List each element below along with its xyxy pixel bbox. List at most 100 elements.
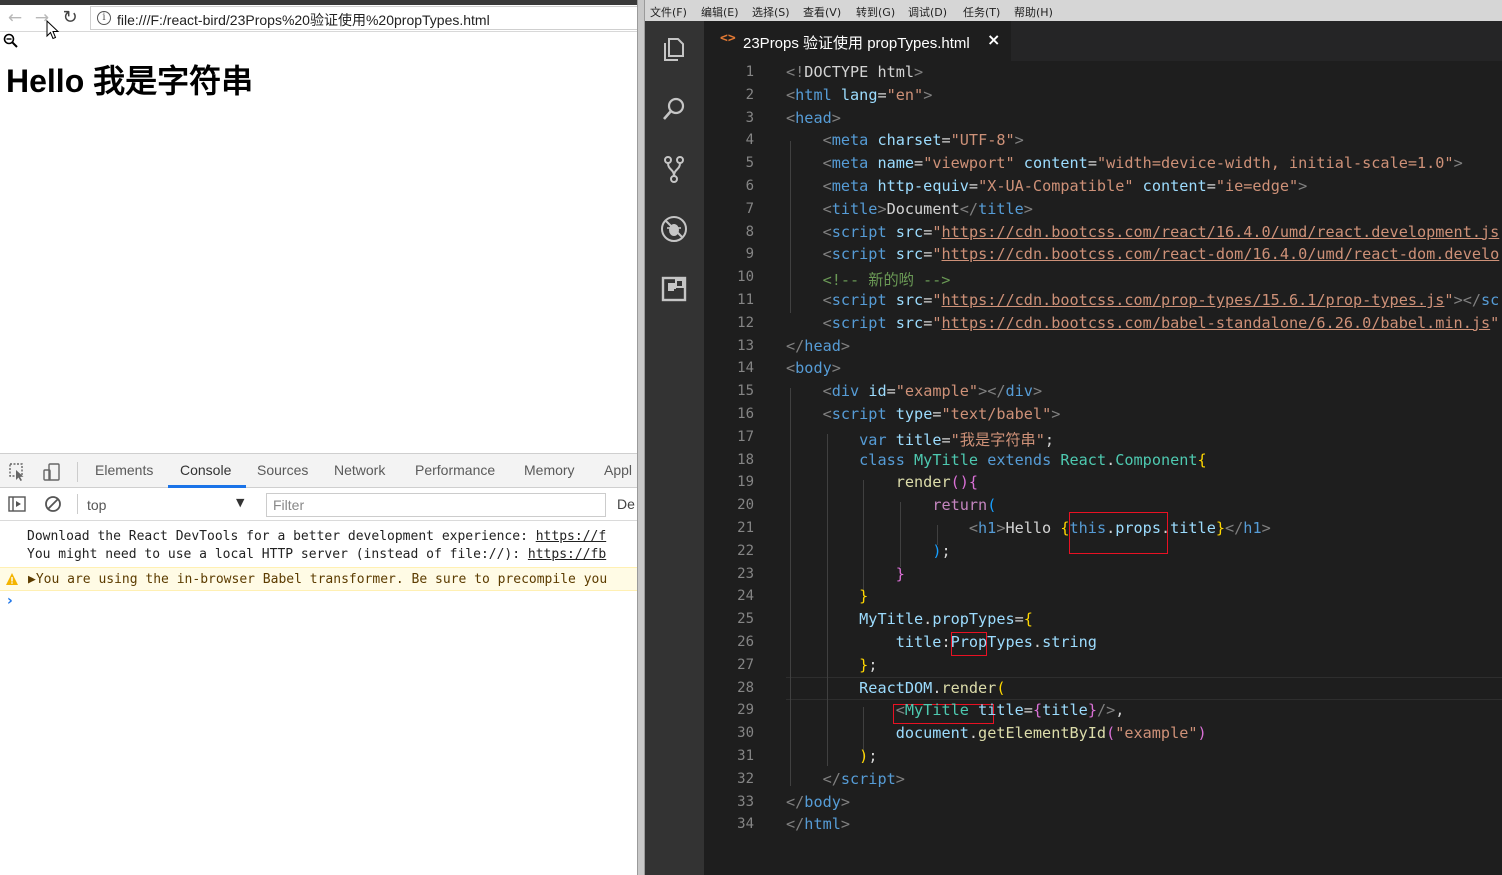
code-line[interactable]: <!DOCTYPE html>	[786, 63, 923, 81]
code-token: =	[923, 313, 933, 332]
editor-tab-active[interactable]: <> 23Props 验证使用 propTypes.html ×	[704, 21, 1011, 61]
source-control-icon[interactable]	[659, 154, 689, 184]
code-token: =	[1023, 701, 1033, 720]
tab-memory[interactable]: Memory	[524, 462, 575, 478]
clear-console-icon[interactable]	[43, 494, 63, 514]
console-link[interactable]: https://f	[536, 529, 606, 544]
explorer-icon[interactable]	[659, 34, 689, 64]
code-line[interactable]: <meta http-equiv="X-UA-Compatible" conte…	[786, 177, 1308, 195]
code-line[interactable]: </head>	[786, 337, 850, 355]
code-line[interactable]: };	[786, 656, 877, 674]
menu-debug[interactable]: 调试(D)	[908, 4, 947, 20]
code-line[interactable]: </html>	[786, 815, 850, 833]
code-token: id	[868, 382, 887, 401]
code-line[interactable]: <title>Document</title>	[786, 200, 1033, 218]
code-line[interactable]: <!-- 新的哟 -->	[786, 268, 951, 290]
code-line[interactable]: title:PropTypes.string	[786, 633, 1097, 651]
console-prompt-icon[interactable]: ›	[7, 593, 13, 609]
info-icon[interactable]: i	[97, 11, 111, 25]
code-token: title	[831, 199, 878, 218]
menu-go[interactable]: 转到(G)	[856, 4, 895, 20]
show-sidebar-icon[interactable]	[7, 494, 27, 514]
menu-tasks[interactable]: 任务(T)	[963, 4, 1000, 20]
reload-icon[interactable]: ↻	[59, 7, 81, 29]
address-bar[interactable]: i file:///F:/react-bird/23Props%20验证使用%2…	[90, 6, 637, 30]
menu-view[interactable]: 查看(V)	[803, 4, 841, 20]
code-token: >	[840, 336, 851, 355]
console-link[interactable]: https://fb	[528, 547, 606, 562]
dropdown-arrow-icon[interactable]: ▼	[236, 496, 244, 509]
code-line[interactable]: <MyTitle title={title}/>,	[786, 701, 1125, 720]
code-line[interactable]: <div id="example"></div>	[786, 382, 1043, 401]
code-line[interactable]: document.getElementById("example")	[786, 724, 1207, 742]
code-line[interactable]: <head>	[786, 109, 841, 127]
code-line[interactable]: <body>	[786, 359, 841, 377]
code-line[interactable]: );	[786, 542, 950, 560]
code-line[interactable]: <meta name="viewport" content="width=dev…	[786, 154, 1463, 172]
context-selector[interactable]: top	[87, 497, 106, 513]
extensions-icon[interactable]	[659, 274, 689, 304]
line-number: 17	[737, 428, 754, 445]
tab-sources[interactable]: Sources	[257, 462, 308, 478]
code-token: this	[1069, 519, 1107, 537]
close-icon[interactable]: ×	[987, 30, 1000, 49]
device-toolbar-icon[interactable]	[42, 462, 62, 482]
code-token: script	[831, 245, 887, 264]
code-line[interactable]: <script type="text/babel">	[786, 405, 1061, 423]
menu-edit[interactable]: 编辑(E)	[701, 4, 739, 20]
code-line[interactable]: }	[786, 587, 868, 605]
inspect-element-icon[interactable]	[8, 462, 28, 482]
tab-network[interactable]: Network	[334, 462, 385, 478]
menu-selection[interactable]: 选择(S)	[752, 4, 790, 20]
search-icon[interactable]	[659, 94, 689, 124]
code-line[interactable]: class MyTitle extends React.Component{	[786, 451, 1207, 469]
code-token: https://cdn.bootcss.com/react-dom/16.4.0…	[941, 245, 1500, 264]
code-token: sc	[1481, 291, 1500, 309]
code-line[interactable]: <script src="https://cdn.bootcss.com/pro…	[786, 291, 1500, 309]
console-filter-input[interactable]: Filter	[266, 493, 606, 517]
code-line[interactable]: MyTitle.propTypes={	[786, 610, 1033, 628]
tab-console[interactable]: Console	[180, 462, 231, 478]
code-token: name	[877, 154, 915, 173]
code-line[interactable]: return(	[786, 496, 996, 514]
tab-elements[interactable]: Elements	[95, 462, 153, 478]
code-line[interactable]: ReactDOM.render(	[786, 679, 1005, 697]
menu-help[interactable]: 帮助(H)	[1014, 4, 1053, 20]
tab-application[interactable]: Appl	[604, 462, 632, 478]
code-token: "ie=edge"	[1215, 177, 1299, 195]
code-token: "	[1490, 313, 1500, 332]
toolbar-divider	[77, 494, 78, 514]
window-divider[interactable]	[637, 0, 645, 875]
back-arrow-icon[interactable]: ←	[4, 7, 26, 29]
code-line[interactable]: }	[786, 565, 905, 583]
code-line[interactable]: <script src="https://cdn.bootcss.com/rea…	[786, 223, 1500, 241]
line-number: 8	[745, 223, 754, 240]
code-line[interactable]: <script src="https://cdn.bootcss.com/bab…	[786, 313, 1500, 332]
default-levels-button[interactable]: De	[617, 496, 635, 512]
tab-performance[interactable]: Performance	[415, 462, 495, 478]
code-line[interactable]: <script src="https://cdn.bootcss.com/rea…	[786, 245, 1500, 264]
code-line[interactable]: <html lang="en">	[786, 86, 932, 104]
menu-file[interactable]: 文件(F)	[650, 4, 687, 20]
code-line[interactable]: </script>	[786, 770, 905, 788]
tab-title[interactable]: 23Props 验证使用 propTypes.html	[743, 32, 970, 53]
debug-icon[interactable]	[659, 214, 689, 244]
code-line[interactable]: var title="我是字符串";	[786, 428, 1054, 450]
code-line[interactable]: );	[786, 747, 877, 765]
code-token: >	[923, 85, 933, 104]
code-line[interactable]: <meta charset="UTF-8">	[786, 131, 1024, 149]
code-token: >	[840, 815, 851, 834]
line-number: 2	[745, 86, 754, 103]
code-token: }	[859, 587, 869, 606]
code-area[interactable]: 1 2 3 4 5 6 7 8 9 10 11 12 13 14 15 16 17 18 19 20 21 22 23 24 2…	[704, 61, 1502, 875]
code-line[interactable]: <h1>Hello {this.props.title}</h1>	[786, 519, 1271, 537]
url-text[interactable]: file:///F:/react-bird/23Props%20验证使用%20p…	[117, 10, 490, 30]
browser-toolbar: ← → ↻ i file:///F:/react-bird/23Props%20…	[0, 5, 637, 32]
code-line[interactable]: render(){	[786, 473, 978, 491]
code-line[interactable]: </body>	[786, 793, 850, 811]
console-toolbar: top ▼ Filter De	[0, 488, 637, 521]
code-token: "width=device-width, initial-scale=1.0"	[1096, 154, 1454, 173]
